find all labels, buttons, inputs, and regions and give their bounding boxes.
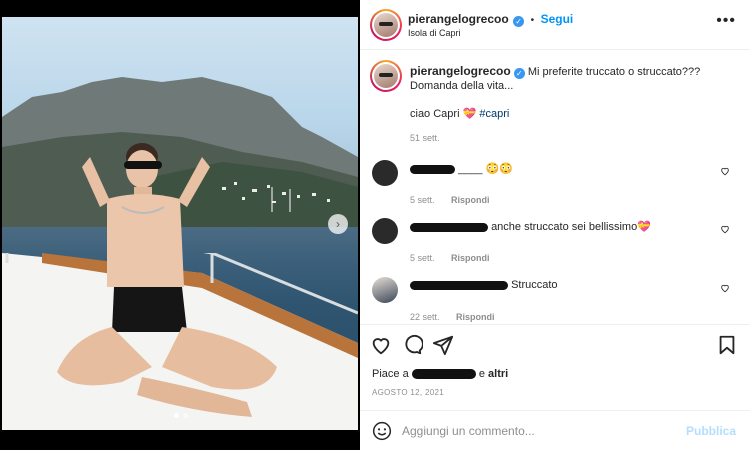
post-date[interactable]: AGOSTO 12, 2021 xyxy=(372,388,444,397)
carousel-dot xyxy=(183,413,188,418)
comment-item: Struccato 22 sett. Rispondi xyxy=(370,277,740,327)
reply-button[interactable]: Rispondi xyxy=(456,312,495,322)
hashtag-link[interactable]: #capri xyxy=(479,108,509,120)
comment-timestamp[interactable]: 22 sett. xyxy=(410,312,440,322)
likes-suffix: e xyxy=(478,368,485,380)
post-photo[interactable]: › xyxy=(2,17,358,430)
share-send-icon[interactable] xyxy=(432,334,454,356)
post-actions xyxy=(370,334,740,358)
redacted-username xyxy=(410,164,455,174)
follow-button[interactable]: Segui xyxy=(541,12,574,26)
like-comment-heart-icon[interactable] xyxy=(720,283,730,293)
emoji-icon[interactable] xyxy=(372,421,392,441)
commenter-avatar[interactable] xyxy=(372,277,398,303)
caption-line-2: Domanda della vita... xyxy=(410,80,514,92)
comment-timestamp[interactable]: 5 sett. xyxy=(410,253,435,263)
comment-input[interactable] xyxy=(402,423,672,439)
redacted-liker xyxy=(411,369,476,380)
verified-badge-icon: ✓ xyxy=(513,68,525,79)
commenter-avatar[interactable] xyxy=(372,160,398,186)
comment-timestamp[interactable]: 5 sett. xyxy=(410,195,435,205)
caption-line-3: ciao Capri 💝 xyxy=(410,108,477,120)
save-bookmark-icon[interactable] xyxy=(716,334,738,356)
comment-bubble-icon[interactable] xyxy=(401,334,423,356)
carousel-indicator xyxy=(174,413,188,418)
comment-item: ____ 😳😳 5 sett. Rispondi xyxy=(370,160,740,210)
commenter-avatar[interactable] xyxy=(372,218,398,244)
comment-text: anche struccato sei bellissimo💝 xyxy=(491,221,651,233)
caption-author-avatar[interactable] xyxy=(370,60,402,92)
comment-item: anche struccato sei bellissimo💝 5 sett. … xyxy=(370,218,740,268)
caption-timestamp[interactable]: 51 sett. xyxy=(410,131,740,145)
caption-line-1: Mi preferite truccato o struccato??? xyxy=(527,66,701,78)
redacted-username xyxy=(410,280,508,290)
carousel-next-button[interactable]: › xyxy=(328,214,348,234)
like-comment-heart-icon[interactable] xyxy=(720,166,730,176)
person-figure xyxy=(57,143,277,417)
verified-badge-icon: ✓ xyxy=(513,16,525,27)
author-username[interactable]: pierangelogrecoo xyxy=(408,12,509,26)
likes-summary[interactable]: Piace a e altri xyxy=(372,368,508,380)
author-avatar[interactable] xyxy=(370,9,402,41)
reply-button[interactable]: Rispondi xyxy=(451,195,490,205)
header-separator: • xyxy=(530,15,535,26)
post-location[interactable]: Isola di Capri xyxy=(408,28,461,38)
divider xyxy=(360,324,750,325)
instagram-post-modal: › pierangelogrecoo ✓ • Segui Isola di Ca… xyxy=(0,0,750,450)
publish-button[interactable]: Pubblica xyxy=(686,424,736,438)
comment-text: ____ 😳😳 xyxy=(458,163,513,175)
caption-username[interactable]: pierangelogrecoo xyxy=(410,64,511,78)
post-header: pierangelogrecoo ✓ • Segui Isola di Capr… xyxy=(360,0,750,50)
like-comment-heart-icon[interactable] xyxy=(720,224,730,234)
comment-text: Struccato xyxy=(511,279,558,291)
like-heart-icon[interactable] xyxy=(370,334,392,356)
post-caption: pierangelogrecoo ✓ Mi preferite truccato… xyxy=(410,64,740,145)
likes-others-link[interactable]: altri xyxy=(488,368,508,380)
likes-prefix: Piace a xyxy=(372,368,409,380)
redacted-username xyxy=(410,222,488,232)
post-sidebar: pierangelogrecoo ✓ • Segui Isola di Capr… xyxy=(360,0,750,450)
reply-button[interactable]: Rispondi xyxy=(451,253,490,263)
carousel-dot-active xyxy=(174,413,179,418)
more-options-icon[interactable]: ••• xyxy=(716,12,736,30)
comment-composer: Pubblica xyxy=(360,410,750,450)
